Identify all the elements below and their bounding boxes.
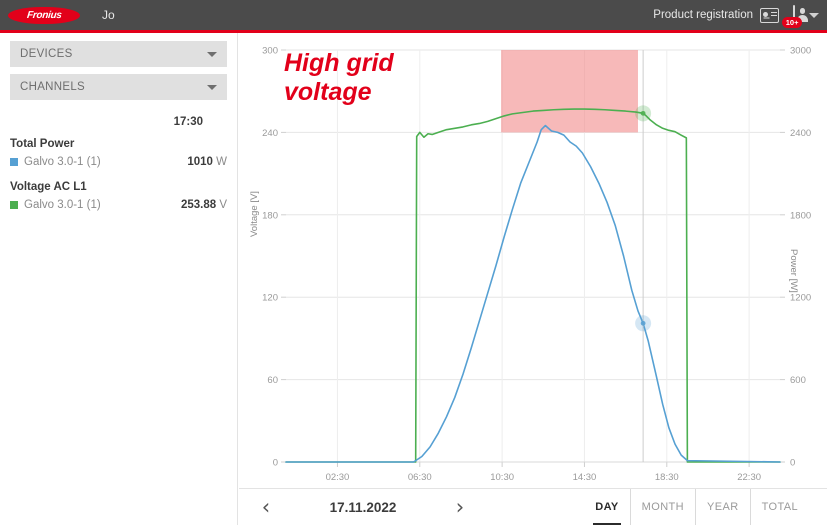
legend-group-title-total-power: Total Power xyxy=(10,138,75,150)
svg-text:0: 0 xyxy=(273,458,278,469)
range-tab-day[interactable]: DAY xyxy=(584,489,629,525)
sidebar-panel-channels[interactable]: CHANNELS xyxy=(10,74,227,100)
sidebar-panel-channels-label: CHANNELS xyxy=(20,81,86,93)
chevron-down-icon xyxy=(207,84,217,90)
fronius-logo-text: Fronius xyxy=(26,9,62,21)
fronius-logo[interactable]: Fronius xyxy=(8,6,80,24)
y-axis-right-label: Power [W] xyxy=(788,249,799,293)
svg-text:180: 180 xyxy=(262,210,278,221)
svg-text:600: 600 xyxy=(790,375,806,386)
legend-value-number: 1010 xyxy=(187,156,213,168)
legend-value-total-power: 1010 W xyxy=(187,156,227,168)
legend-device-name: Galvo 3.0-1 (1) xyxy=(24,199,101,211)
product-registration-label[interactable]: Product registration xyxy=(653,9,753,21)
svg-text:14:30: 14:30 xyxy=(573,472,597,483)
legend-time: 17:30 xyxy=(173,116,203,128)
svg-text:1800: 1800 xyxy=(790,210,811,221)
legend-group-title-voltage: Voltage AC L1 xyxy=(10,181,87,193)
current-date-label[interactable]: 17.11.2022 xyxy=(279,500,447,515)
legend-device-name: Galvo 3.0-1 (1) xyxy=(24,156,101,168)
user-account-button[interactable]: 10+ xyxy=(782,5,802,28)
svg-text:10:30: 10:30 xyxy=(490,472,514,483)
bottom-toolbar: ‹ 17.11.2022 › DAY MONTH YEAR TOTAL xyxy=(239,488,827,525)
legend-row-total-power[interactable]: Galvo 3.0-1 (1) 1010 W xyxy=(10,156,227,168)
svg-text:18:30: 18:30 xyxy=(655,472,679,483)
registration-card-icon[interactable] xyxy=(760,7,779,23)
app-header: Fronius Jo Product registration 10+ xyxy=(0,0,827,30)
svg-text:02:30: 02:30 xyxy=(326,472,350,483)
legend-panel: 17:30 Total Power Galvo 3.0-1 (1) 1010 W… xyxy=(10,107,227,211)
range-tab-total[interactable]: TOTAL xyxy=(749,488,809,525)
chevron-down-icon[interactable] xyxy=(809,12,819,18)
solarweb-app: Fronius Jo Product registration 10+ DEVI… xyxy=(0,0,827,525)
legend-value-unit: W xyxy=(216,156,227,168)
svg-text:300: 300 xyxy=(262,46,278,57)
legend-value-number: 253.88 xyxy=(180,199,217,211)
notification-badge: 10+ xyxy=(782,16,802,28)
user-greeting: Jo xyxy=(102,8,115,22)
sidebar: DEVICES CHANNELS 17:30 Total Power Galvo… xyxy=(0,33,238,525)
range-tab-month[interactable]: MONTH xyxy=(629,488,695,525)
svg-text:0: 0 xyxy=(790,458,795,469)
svg-text:22:30: 22:30 xyxy=(737,472,761,483)
legend-value-voltage: 253.88 V xyxy=(181,199,227,211)
range-tab-year[interactable]: YEAR xyxy=(695,488,750,525)
sidebar-panel-devices[interactable]: DEVICES xyxy=(10,41,227,67)
previous-day-button[interactable]: ‹ xyxy=(253,496,279,518)
svg-text:1200: 1200 xyxy=(790,293,811,304)
sidebar-panel-devices-label: DEVICES xyxy=(20,48,73,60)
svg-text:06:30: 06:30 xyxy=(408,472,432,483)
next-day-button[interactable]: › xyxy=(447,496,473,518)
chart-area[interactable]: 0 60 120 180 240 300 0 600 1200 1800 2400 3000 02:30… xyxy=(239,33,827,488)
svg-text:120: 120 xyxy=(262,293,278,304)
legend-value-unit: V xyxy=(219,199,227,211)
legend-row-voltage[interactable]: Galvo 3.0-1 (1) 253.88 V xyxy=(10,199,227,211)
svg-text:240: 240 xyxy=(262,128,278,139)
svg-text:2400: 2400 xyxy=(790,128,811,139)
y-axis-left-label: Voltage [V] xyxy=(249,191,260,237)
svg-text:60: 60 xyxy=(267,375,278,386)
range-tabs: DAY MONTH YEAR TOTAL xyxy=(584,488,809,525)
legend-swatch-voltage xyxy=(10,201,18,209)
legend-swatch-total-power xyxy=(10,158,18,166)
high-grid-voltage-annotation: High grid voltage xyxy=(284,49,394,106)
chevron-down-icon xyxy=(207,51,217,57)
header-actions: Product registration 10+ xyxy=(653,5,827,28)
svg-text:3000: 3000 xyxy=(790,46,811,57)
